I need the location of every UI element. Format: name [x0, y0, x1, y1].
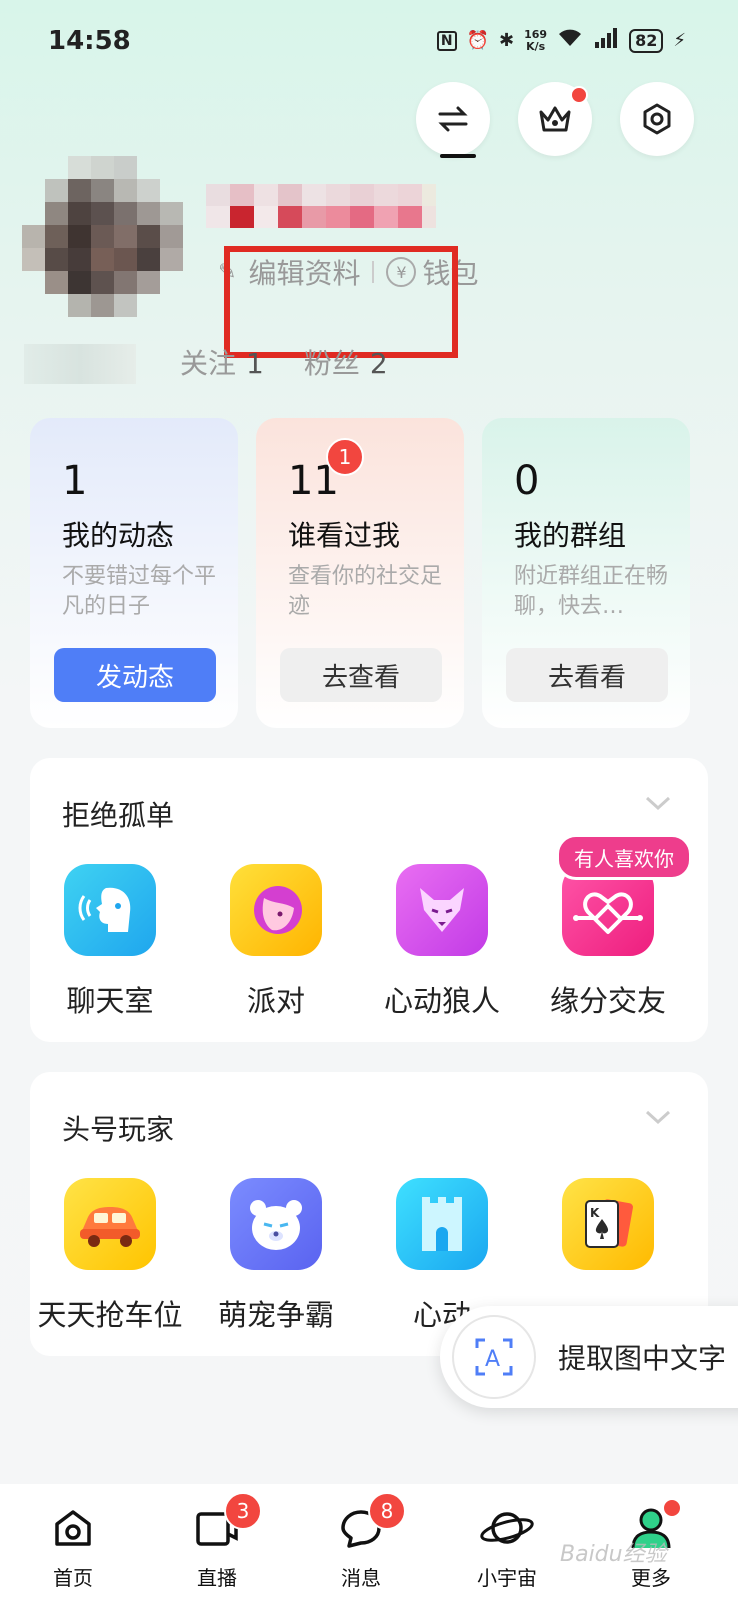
ocr-icon: A [452, 1315, 536, 1399]
app-label: 聊天室 [66, 984, 154, 1018]
card-subtitle: 不要错过每个平凡的日子 [62, 564, 217, 619]
card-title: 我的群组 [514, 519, 627, 552]
nav-label: 消息 [341, 1566, 381, 1590]
more-notification-dot [662, 1498, 682, 1518]
app-werewolf[interactable]: 心动狼人 [362, 864, 522, 1020]
view-groups-button[interactable]: 去看看 [506, 648, 668, 702]
app-label: 萌宠争霸 [217, 1298, 334, 1332]
switch-account-button[interactable] [416, 82, 490, 156]
card-title: 我的动态 [62, 519, 175, 552]
svg-text:K: K [590, 1206, 600, 1220]
card-title: 谁看过我 [288, 519, 401, 552]
chevron-down-icon[interactable] [644, 794, 672, 812]
card-count: 1 [62, 458, 88, 504]
bluetooth-icon: ✱ [499, 30, 515, 51]
active-indicator [440, 154, 476, 158]
bear-icon [230, 1178, 322, 1270]
fans-stat[interactable]: 粉丝 2 [304, 342, 388, 382]
following-stat[interactable]: 关注 1 [180, 342, 264, 382]
wifi-icon [557, 28, 583, 53]
network-speed: 169 K/s [524, 27, 548, 53]
nav-live[interactable]: 3 直播 [162, 1484, 272, 1591]
status-time: 14:58 [48, 26, 131, 56]
app-party[interactable]: 派对 [196, 864, 356, 1020]
status-bar: 14:58 N ⏰ ✱ 169 K/s 82 ⚡ [0, 0, 738, 84]
vip-button[interactable] [518, 82, 592, 156]
section-social: 拒绝孤单 聊天室 派对 心动狼人 缘分交友 [30, 758, 708, 1042]
card-count: 0 [514, 458, 540, 504]
settings-button[interactable] [620, 82, 694, 156]
live-badge: 3 [224, 1492, 262, 1530]
swap-icon [438, 106, 468, 132]
card-my-posts[interactable]: 1 我的动态 不要错过每个平凡的日子 发动态 [30, 418, 238, 728]
car-icon [64, 1178, 156, 1270]
avatar[interactable] [22, 156, 186, 320]
nav-label: 首页 [53, 1566, 93, 1590]
app-parking-game[interactable]: 天天抢车位 [30, 1178, 190, 1334]
someone-likes-you-tag[interactable]: 有人喜欢你 [556, 834, 692, 880]
card-visitors[interactable]: 11 1 谁看过我 查看你的社交足迹 去查看 [256, 418, 464, 728]
charging-icon: ⚡ [673, 30, 686, 51]
chevron-down-icon[interactable] [644, 1108, 672, 1126]
battery-indicator: 82 [629, 28, 664, 53]
app-label: 天天抢车位 [37, 1298, 183, 1332]
chatroom-icon [64, 864, 156, 956]
messages-badge: 8 [368, 1492, 406, 1530]
settings-hex-icon [643, 103, 671, 135]
home-icon [18, 1500, 128, 1556]
castle-icon [396, 1178, 488, 1270]
extract-text-floating-button[interactable]: A 提取图中文字 [440, 1306, 738, 1408]
section-title: 拒绝孤单 [62, 799, 175, 832]
message-bubble-icon: 8 [306, 1492, 416, 1556]
nav-label: 直播 [197, 1566, 237, 1590]
nav-label: 小宇宙 [477, 1566, 537, 1590]
card-groups[interactable]: 0 我的群组 附近群组正在畅聊，快去… 去看看 [482, 418, 690, 728]
vip-notification-dot [570, 86, 588, 104]
username-blurred [206, 184, 436, 228]
live-video-icon: 3 [162, 1492, 272, 1556]
card-subtitle: 附近群组正在畅聊，快去… [514, 564, 669, 619]
alarm-icon: ⏰ [466, 30, 490, 51]
follow-stats: 关注 1 粉丝 2 [180, 342, 388, 382]
wolf-icon [396, 864, 488, 956]
signal-icon [593, 28, 619, 53]
status-icons: N ⏰ ✱ 169 K/s 82 ⚡ [436, 27, 686, 53]
nfc-icon: N [436, 30, 457, 51]
ocr-label: 提取图中文字 [558, 1342, 727, 1375]
section-title: 头号玩家 [62, 1113, 175, 1146]
party-icon [230, 864, 322, 956]
app-chatroom[interactable]: 聊天室 [30, 864, 190, 1020]
nav-universe[interactable]: 小宇宙 [452, 1484, 562, 1591]
app-label: 派对 [246, 984, 305, 1018]
post-button[interactable]: 发动态 [54, 648, 216, 702]
app-pet-battle[interactable]: 萌宠争霸 [196, 1178, 356, 1334]
card-subtitle: 查看你的社交足迹 [288, 564, 443, 619]
visitor-badge: 1 [326, 438, 364, 476]
nav-messages[interactable]: 8 消息 [306, 1484, 416, 1591]
svg-text:A: A [485, 1347, 500, 1372]
app-label: 心动狼人 [383, 984, 500, 1018]
app-matchmaking[interactable]: 缘分交友 [528, 864, 688, 1020]
crown-icon [539, 106, 571, 132]
app-label: 缘分交友 [549, 984, 666, 1018]
planet-icon [452, 1500, 562, 1556]
nav-home[interactable]: 首页 [18, 1484, 128, 1591]
view-visitors-button[interactable]: 去查看 [280, 648, 442, 702]
watermark: Baidu经验 [560, 1542, 667, 1567]
playing-card-icon: K [562, 1178, 654, 1270]
id-blurred [24, 344, 136, 384]
